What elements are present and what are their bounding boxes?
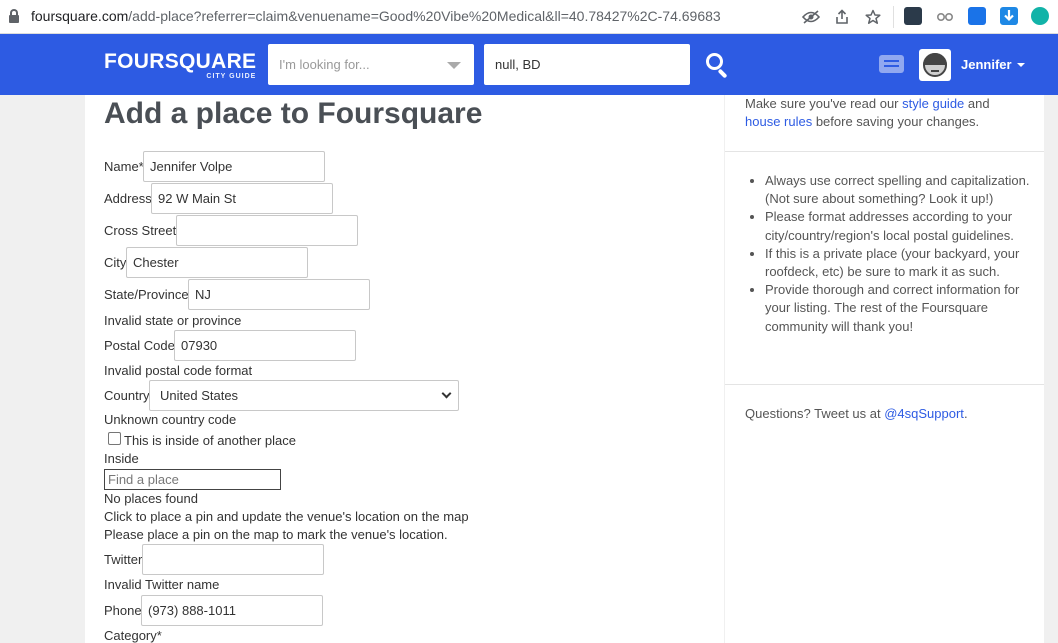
chevron-down-icon (441, 388, 452, 399)
twitter-label: Twitter (104, 552, 143, 567)
state-label: State/Province (104, 287, 189, 302)
browser-address-bar: foursquare.com/add-place?referrer=claim&… (0, 0, 1058, 34)
eye-off-icon[interactable] (801, 7, 821, 27)
map-hint: Click to place a pin and update the venu… (104, 509, 469, 524)
name-field[interactable] (143, 151, 325, 182)
user-menu-name[interactable]: Jennifer (961, 57, 1012, 72)
extension-icon-teal[interactable] (1031, 7, 1049, 25)
extension-icon-clapper[interactable] (904, 7, 922, 25)
postal-code-error: Invalid postal code format (104, 363, 253, 378)
sidebar-questions: Questions? Tweet us at @4sqSupport. (745, 406, 968, 421)
sidebar-divider (725, 384, 1044, 385)
inside-label: Inside (104, 451, 139, 466)
url-path: /add-place?referrer=claim&venuename=Good… (128, 8, 721, 24)
search-query-input[interactable] (268, 44, 474, 85)
lock-icon[interactable] (9, 9, 19, 23)
inside-place-checkbox[interactable] (108, 432, 121, 445)
find-place-input[interactable] (104, 469, 281, 490)
share-icon[interactable] (832, 7, 852, 27)
country-label: Country (104, 388, 150, 403)
postal-code-label: Postal Code (104, 338, 175, 353)
country-selected-value: United States (160, 388, 239, 403)
caret-down-icon[interactable] (1017, 63, 1025, 67)
search-icon (706, 53, 723, 70)
address-field[interactable] (151, 183, 333, 214)
address-label: Address (104, 191, 152, 206)
extension-icon-blue[interactable] (968, 7, 986, 25)
inside-place-checkbox-label[interactable]: This is inside of another place (124, 433, 296, 448)
city-label: City (104, 255, 127, 270)
tip-item: Provide thorough and correct information… (765, 281, 1035, 336)
bookmark-star-icon[interactable] (863, 7, 883, 27)
phone-field[interactable] (141, 595, 323, 626)
phone-label: Phone (104, 603, 142, 618)
search-near-input[interactable] (484, 44, 690, 85)
twitter-error: Invalid Twitter name (104, 577, 220, 592)
twitter-field[interactable] (142, 544, 324, 575)
city-field[interactable] (126, 247, 308, 278)
category-label: Category* (104, 628, 162, 643)
tips-list: Always use correct spelling and capitali… (745, 172, 1035, 336)
postal-code-field[interactable] (174, 330, 356, 361)
support-twitter-link[interactable]: @4sqSupport (884, 406, 964, 421)
search-button[interactable] (706, 53, 732, 79)
tip-item: If this is a private place (your backyar… (765, 245, 1035, 281)
logo-wordmark: FOURSQUARE (104, 50, 257, 73)
site-header: FOURSQUARE CITY GUIDE Jennifer (0, 34, 1058, 95)
country-select[interactable]: United States (149, 380, 459, 411)
sidebar-intro: Make sure you've read our style guide an… (745, 96, 990, 129)
sidebar-divider (725, 151, 1044, 152)
map-pin-warning: Please place a pin on the map to mark th… (104, 527, 448, 542)
country-error: Unknown country code (104, 412, 237, 427)
state-field[interactable] (188, 279, 370, 310)
style-guide-link[interactable]: style guide (902, 96, 964, 111)
cross-street-label: Cross Street (104, 223, 177, 238)
extension-icon-people[interactable] (935, 7, 955, 27)
chevron-down-icon[interactable] (447, 62, 461, 69)
logo-tagline: CITY GUIDE (206, 73, 257, 80)
chat-icon[interactable] (879, 55, 904, 76)
page-title: Add a place to Foursquare (104, 97, 483, 130)
house-rules-link[interactable]: house rules (745, 114, 812, 129)
tip-item: Please format addresses according to you… (765, 208, 1035, 244)
url-bar[interactable]: foursquare.com/add-place?referrer=claim&… (31, 8, 721, 24)
avatar[interactable] (919, 49, 951, 81)
download-extension-icon[interactable] (1000, 7, 1018, 25)
no-places-message: No places found (104, 491, 198, 506)
foursquare-logo[interactable]: FOURSQUARE CITY GUIDE (104, 50, 257, 80)
cross-street-field[interactable] (176, 215, 358, 246)
url-host: foursquare.com (31, 8, 129, 24)
tip-item: Always use correct spelling and capitali… (765, 172, 1035, 208)
state-error: Invalid state or province (104, 313, 242, 328)
toolbar-divider (893, 6, 894, 28)
name-label: Name* (104, 159, 144, 174)
